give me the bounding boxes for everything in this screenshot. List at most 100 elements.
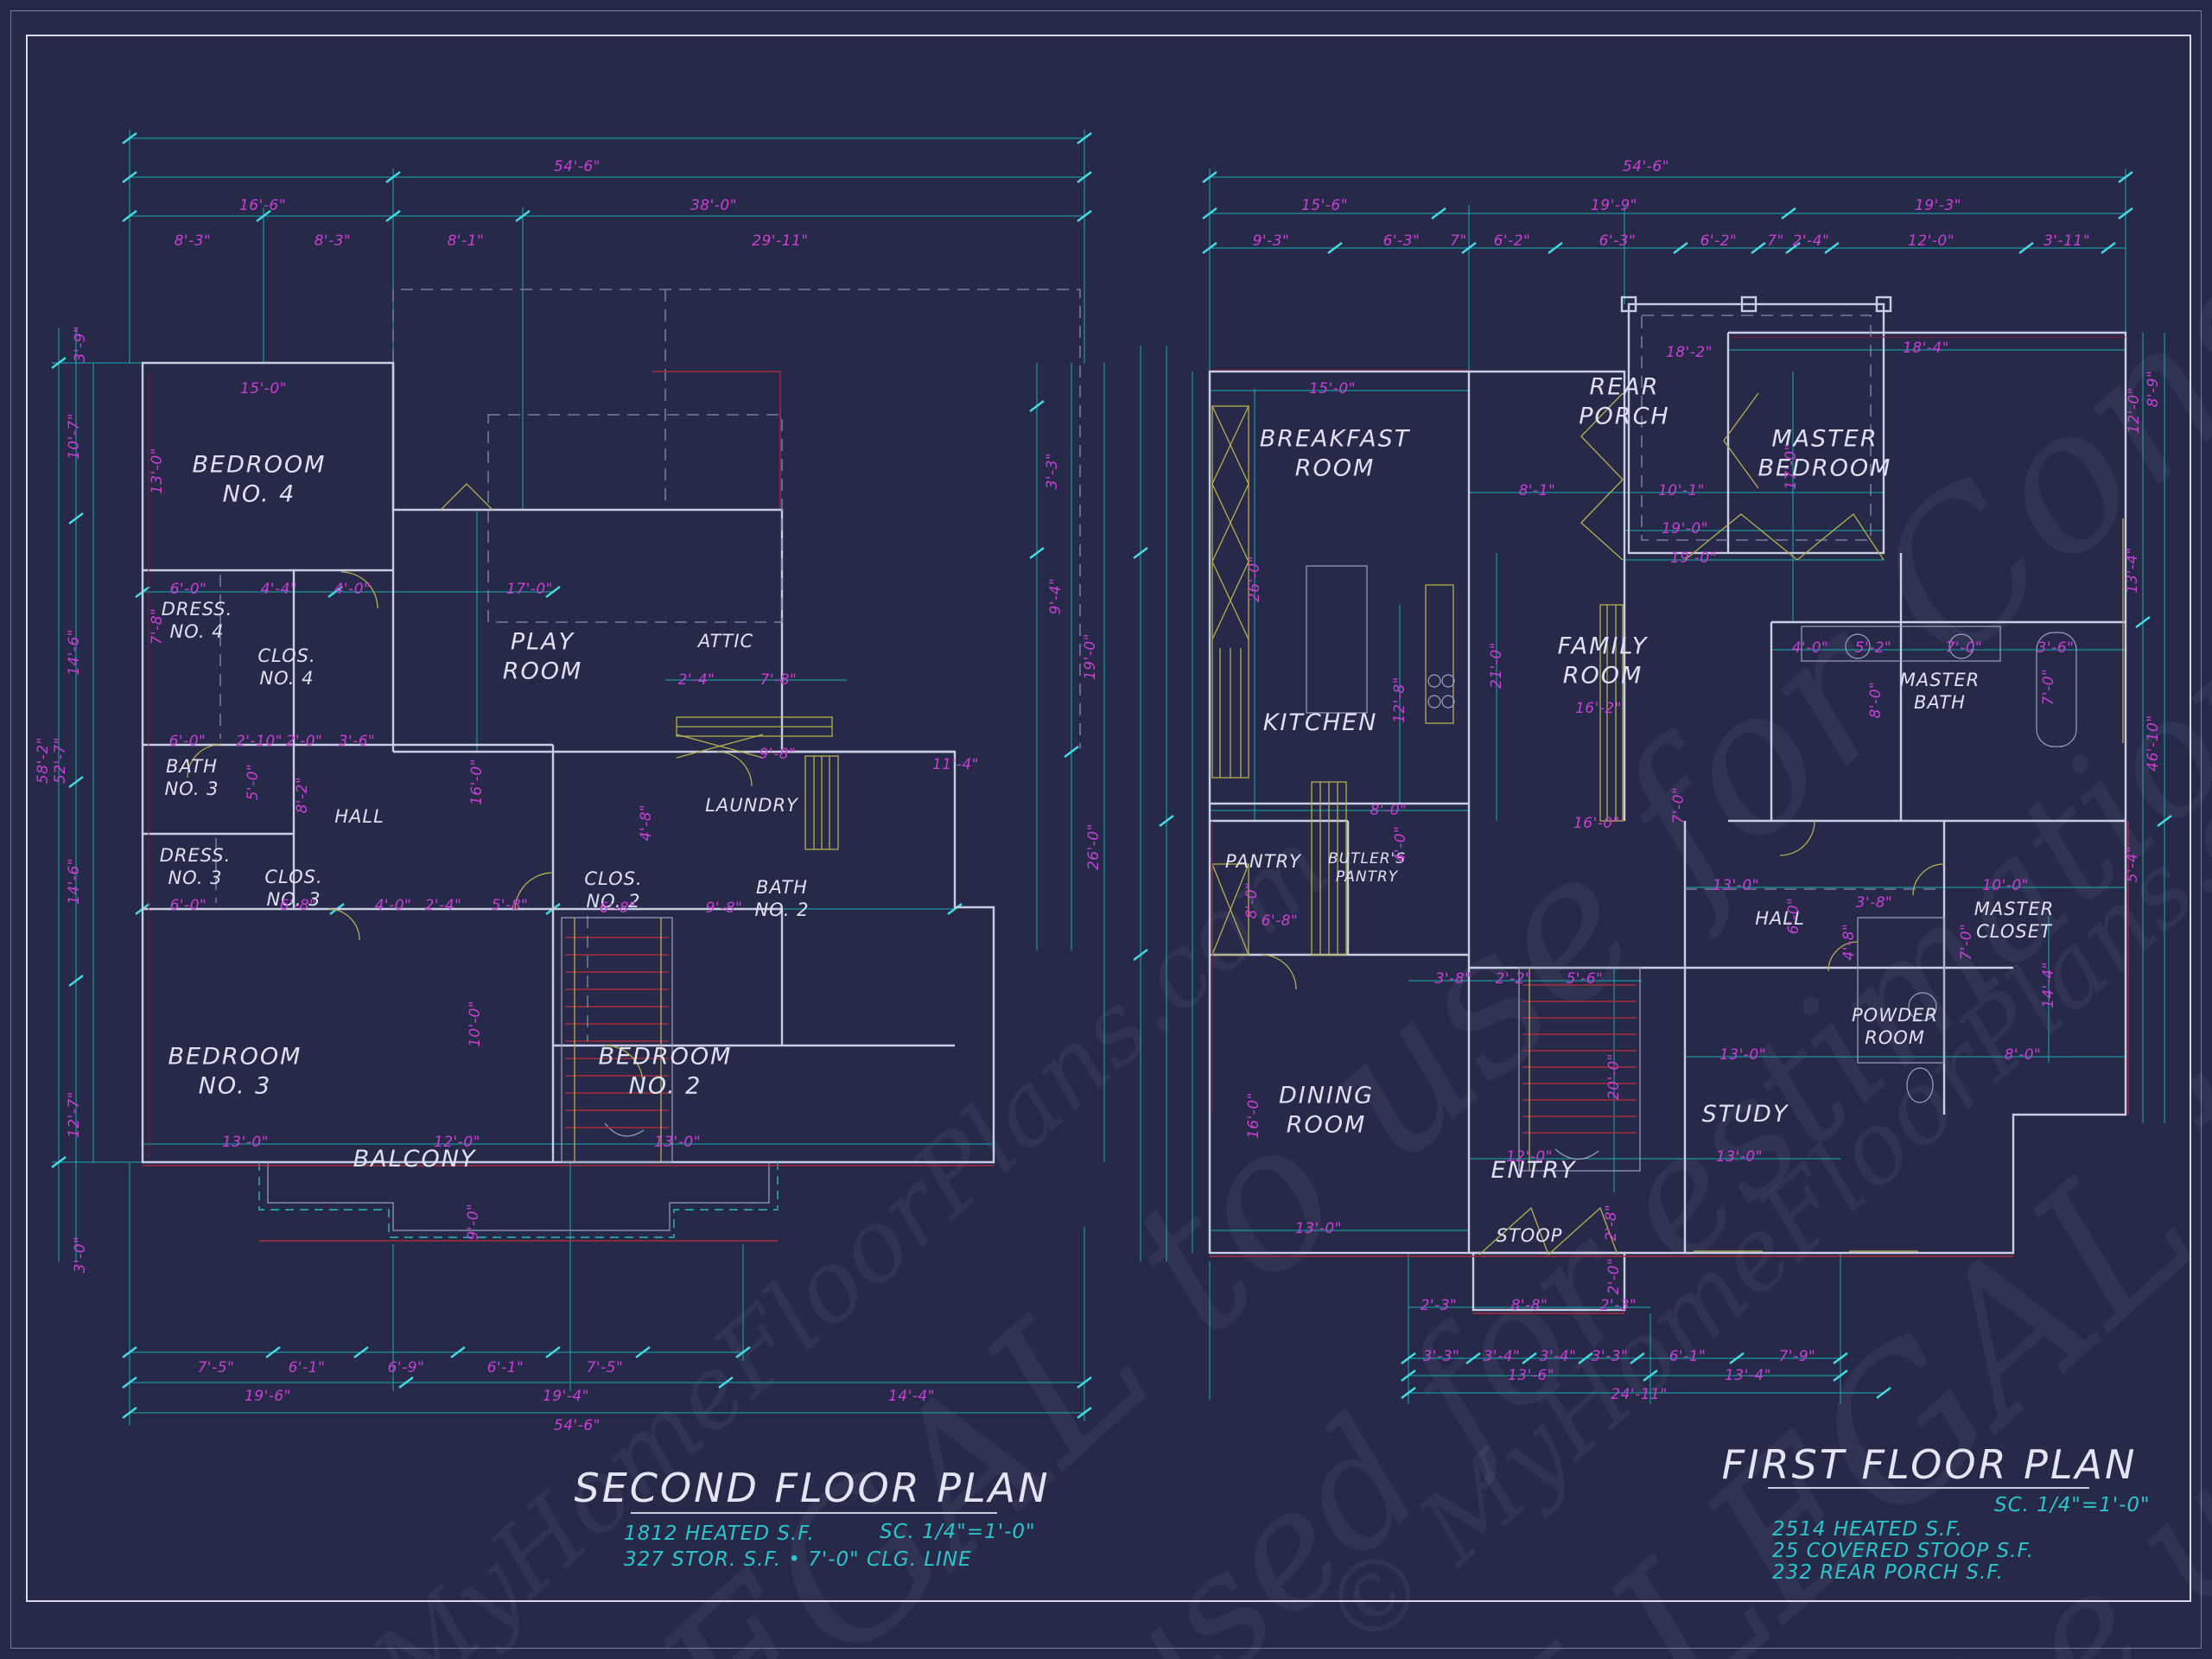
dim-label: 15'-0" [240,380,287,397]
dim-label: 13'-4" [1725,1367,1771,1384]
room-label-breakfast: BREAKFAST ROOM [1260,424,1411,483]
dim-label: 6'-1" [487,1359,524,1376]
room-label-dress3: DRESS. NO. 3 [160,844,232,890]
dim-label: 19'-0" [1662,520,1708,537]
first-floor-note-stoop: 25 COVERED STOOP S.F. [1772,1540,2034,1562]
room-label-bath3: BATH NO. 3 [164,755,219,801]
dim-label: 6'-0" [1785,898,1802,935]
second-floor-roof-dashed [216,289,1080,1041]
second-floor-scale: SC. 1/4"=1'-0" [880,1521,1036,1543]
dim-label: 6'-3" [1383,232,1421,250]
dim-label: 5'-8" [492,897,529,914]
dim-label: 5'-0" [245,764,262,801]
room-label-kitchen: KITCHEN [1263,709,1378,738]
dim-label: 12'-0" [1506,1148,1553,1166]
second-floor-note-heated: 1812 HEATED S.F. [624,1522,815,1545]
room-label-master-bedroom: MASTER BEDROOM [1758,424,1892,483]
dim-label: 10'-0" [467,1001,484,1047]
dim-label: 3'-3" [1423,1348,1460,1365]
dim-label: 4'-0" [1392,826,1409,863]
dim-label: 8'-0" [2005,1046,2042,1064]
dim-label: 3'-3" [1044,453,1061,490]
dim-label: 7'-5" [198,1359,235,1376]
dim-label: 7'-0" [1670,787,1688,824]
dim-label: 7" [1450,232,1467,250]
dim-label: 12'-7" [66,1091,83,1138]
dim-label: 17'-0" [506,581,553,598]
dim-label: 13'-0" [654,1134,701,1151]
dim-label: 3'-6" [339,733,376,750]
dim-label: 7'-0" [2040,669,2057,706]
dim-label: 13'-0" [1713,877,1759,894]
dim-label: 2'-4" [425,897,462,914]
dim-label: 6'-8" [1262,912,1299,930]
dim-label: 16'-6" [239,197,286,214]
dim-label: 15'-0" [1309,380,1356,397]
dim-label: 4'-0" [375,897,412,914]
dim-label: 2'-8" [1603,1205,1620,1242]
dim-label: 4'-0" [1792,639,1829,657]
dim-label: 10'-1" [1658,482,1705,499]
room-label-master-bath: MASTER BATH [1900,669,1980,715]
dim-label: 10'-7" [66,413,83,460]
dim-label: 6'-2" [1494,232,1531,250]
dim-label: 13'-6" [1508,1367,1554,1384]
dim-label: 3'-6" [2037,639,2075,657]
room-label-bath2: BATH NO. 2 [754,876,809,922]
room-label-bedroom3: BEDROOM NO. 3 [168,1042,302,1101]
dim-label: 29'-11" [752,232,808,250]
dim-label: 52'-7" [52,737,69,784]
dim-label: 54'-6" [554,158,601,175]
dim-label: 12'-0" [2126,387,2143,434]
dim-label: 16'-0" [468,759,486,805]
dim-label: 6'-0" [170,897,207,914]
room-label-stoop: STOOP [1497,1224,1563,1247]
dim-label: 16'-0" [1573,815,1620,832]
dim-label: 6'-1" [1669,1348,1707,1365]
dim-label: 19'-0" [1082,633,1099,680]
room-label-pantry: PANTRY [1225,850,1301,873]
dim-label: 3'-4" [1540,1348,1577,1365]
dim-label: 26'-0" [1085,823,1103,870]
dim-label: 13'-0" [1719,1046,1766,1064]
dim-label: 38'-0" [690,197,737,214]
dim-label: 19'-9" [1591,197,1637,214]
room-label-laundry: LAUNDRY [705,794,798,817]
dim-label: 8'-0" [1370,802,1408,819]
dim-label: 7'-0" [1958,924,1975,961]
room-label-dining: DINING ROOM [1279,1081,1374,1140]
dim-label: 6'-0" [169,733,207,750]
dim-label: 12'-0" [1908,232,1955,250]
dim-label: 21'-0" [1488,642,1505,689]
dim-label: 4'-4" [261,581,298,598]
dim-label: 14'-6" [66,629,83,676]
dim-label: 14'-6" [66,858,83,905]
dim-label: 4'-8" [638,804,655,842]
room-label-bedroom4: BEDROOM NO. 4 [193,450,327,509]
dim-label: 20'-0" [1605,1053,1623,1100]
room-label-family: FAMILY ROOM [1558,632,1649,690]
dim-label: 2'-4" [1793,232,1830,250]
dim-label: 46'-10" [2145,715,2162,771]
dim-label: 19'-6" [245,1388,291,1405]
dim-label: 16'-2" [1575,700,1622,717]
dim-label: 26'-0" [1246,556,1263,602]
dim-label: 7" [1767,232,1784,250]
dim-label: 58'-2" [35,737,52,784]
room-label-hall-2f: HALL [334,805,385,828]
blueprint-sheet: © MyHomeFloorPlans.com ILLEGAL to use fo… [0,0,2212,1659]
watermark-line: May be used for estimation [1592,0,2212,1659]
dim-label: 24'-11" [1611,1386,1667,1403]
dim-label: 2'-4" [678,671,715,689]
first-floor-note-porch: 232 REAR PORCH S.F. [1772,1561,2004,1584]
dim-label: 6'-9" [388,1359,425,1376]
dim-label: 7'-5" [587,1359,624,1376]
dim-label: 7'-8" [149,608,166,645]
dim-label: 8'-8" [1511,1297,1548,1314]
room-label-bedroom2: BEDROOM NO. 2 [599,1042,733,1101]
dim-label: 13'-0" [149,448,166,494]
dim-label: 9'-4" [1047,578,1065,615]
second-floor-note-storage: 327 STOR. S.F. • 7'-0" CLG. LINE [624,1548,972,1571]
dim-label: 8'-3" [175,232,212,250]
dim-label: 14'-4" [2040,962,2057,1008]
